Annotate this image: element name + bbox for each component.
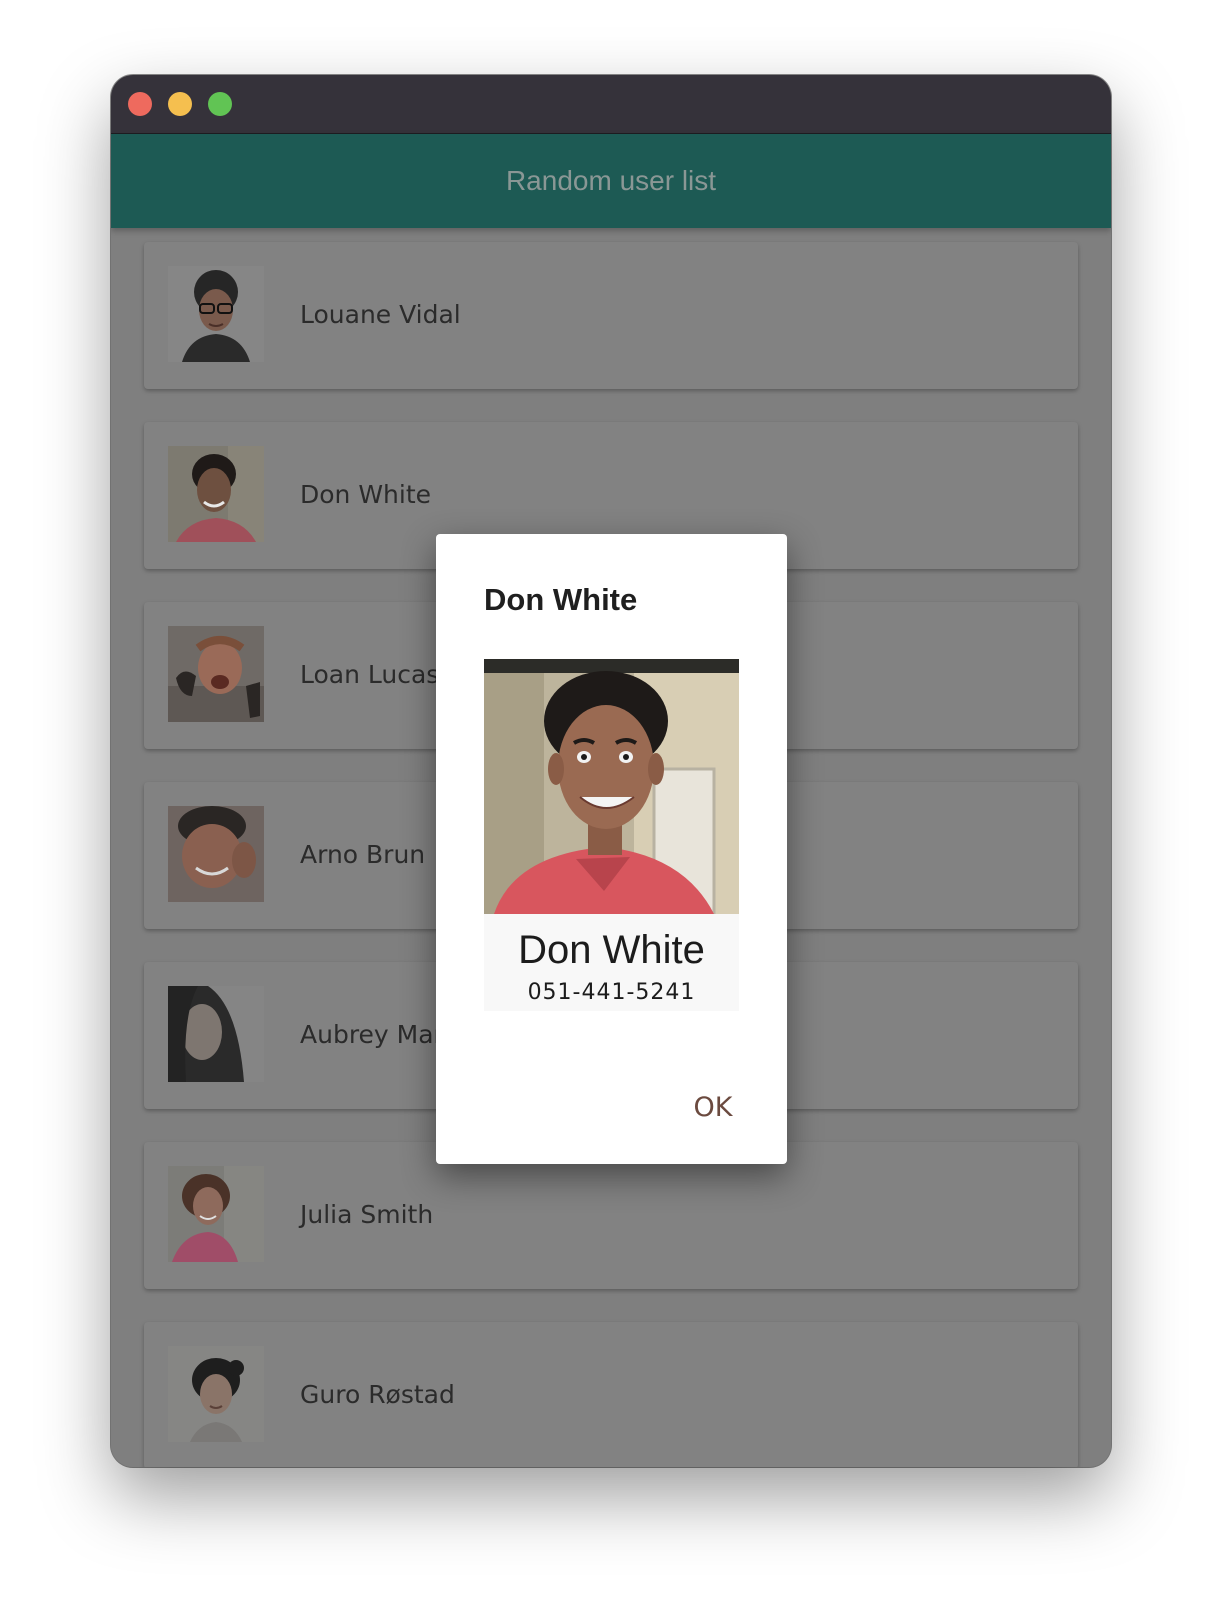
user-name: Guro Røstad [300, 1380, 455, 1409]
avatar [168, 806, 264, 902]
user-card[interactable]: Louane Vidal [144, 242, 1078, 389]
avatar [168, 626, 264, 722]
user-card[interactable]: Guro Røstad [144, 1322, 1078, 1467]
avatar [168, 446, 264, 542]
avatar [168, 1166, 264, 1262]
user-name: Louane Vidal [300, 300, 461, 329]
user-name: Arno Brun [300, 840, 426, 869]
close-dot-icon[interactable] [128, 92, 152, 116]
avatar [168, 266, 264, 362]
profile-photo-don-white-icon [484, 659, 739, 914]
contact-name: Don White [518, 928, 705, 972]
avatar-photo-woman-pink-top-icon [168, 1166, 264, 1262]
zoom-dot-icon[interactable] [208, 92, 232, 116]
contact-info: Don White 051-441-5241 [484, 914, 739, 1011]
app-title: Random user list [505, 165, 717, 196]
avatar [168, 1346, 264, 1442]
avatar [168, 986, 264, 1082]
contact-phone: 051-441-5241 [527, 980, 696, 1005]
user-detail-dialog: Don White Don White 051-441-5241 OK [436, 534, 787, 1164]
user-name: Julia Smith [300, 1200, 434, 1229]
avatar-photo-woman-short-hair-icon [168, 1346, 264, 1442]
ok-button[interactable]: OK [668, 1080, 758, 1136]
avatar-photo-woman-glasses-icon [168, 266, 264, 362]
dialog-title: Don White [484, 582, 638, 617]
avatar-photo-woman-long-hair-icon [168, 986, 264, 1082]
avatar-photo-man-red-shirt-icon [168, 446, 264, 542]
user-card[interactable]: Julia Smith [144, 1142, 1078, 1289]
minimize-dot-icon[interactable] [168, 92, 192, 116]
user-name: Aubrey Mar [300, 1020, 444, 1049]
window-titlebar[interactable] [111, 75, 1111, 134]
profile-photo [484, 659, 739, 914]
avatar-photo-man-shouting-icon [168, 626, 264, 722]
avatar-photo-man-smiling-icon [168, 806, 264, 902]
user-name: Don White [300, 480, 432, 509]
app-bar: Random user list [111, 134, 1111, 228]
user-name: Loan Lucas [300, 660, 440, 689]
